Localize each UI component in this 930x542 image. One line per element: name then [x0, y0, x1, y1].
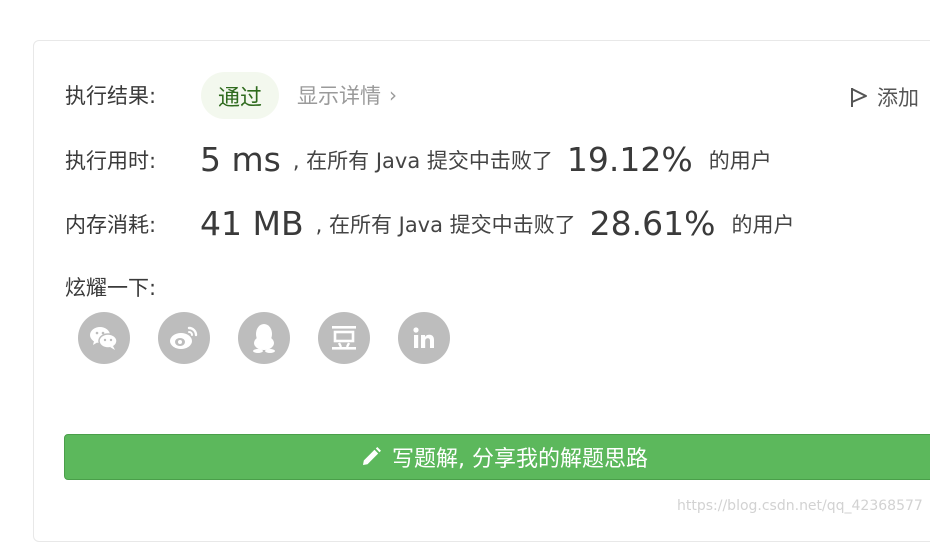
result-label: 执行结果:	[65, 84, 157, 108]
runtime-value: 5 ms	[200, 140, 281, 179]
qq-icon	[253, 324, 275, 353]
write-solution-label: 写题解, 分享我的解题思路	[392, 447, 648, 472]
douban-share-button[interactable]	[318, 312, 370, 364]
memory-suffix: 的用户	[731, 212, 795, 237]
memory-label: 内存消耗:	[65, 212, 157, 237]
memory-prefix: , 在所有 Java 提交中击败了	[315, 212, 576, 237]
runtime-label: 执行用时:	[65, 148, 157, 173]
share-row: 炫耀一下:	[65, 272, 156, 302]
flag-icon	[851, 88, 867, 107]
pencil-icon	[363, 447, 381, 465]
linkedin-icon	[413, 327, 434, 348]
memory-row: 内存消耗: 41 MB , 在所有 Java 提交中击败了 28.61% 的用户	[65, 204, 795, 243]
watermark: https://blog.csdn.net/qq_42368577	[677, 498, 923, 514]
share-label: 炫耀一下:	[65, 276, 157, 300]
add-note-label: 添加	[877, 86, 919, 110]
weibo-share-button[interactable]	[158, 312, 210, 364]
write-solution-button[interactable]: 写题解, 分享我的解题思路	[64, 434, 930, 480]
wechat-icon	[90, 327, 118, 350]
show-details-link[interactable]: 显示详情 ›	[297, 80, 397, 110]
status-badge: 通过	[201, 72, 279, 119]
memory-value: 41 MB	[200, 204, 304, 243]
runtime-prefix: , 在所有 Java 提交中击败了	[292, 148, 553, 173]
weibo-icon	[170, 326, 198, 349]
qq-share-button[interactable]	[238, 312, 290, 364]
memory-percent: 28.61%	[589, 204, 716, 243]
chevron-right-icon: ›	[389, 83, 397, 107]
runtime-suffix: 的用户	[708, 148, 772, 173]
runtime-percent: 19.12%	[566, 140, 693, 179]
wechat-share-button[interactable]	[78, 312, 130, 364]
show-details-label: 显示详情	[297, 84, 381, 108]
add-note-button[interactable]: 添加	[849, 82, 919, 112]
result-row: 执行结果:	[65, 80, 156, 110]
linkedin-share-button[interactable]	[398, 312, 450, 364]
runtime-row: 执行用时: 5 ms , 在所有 Java 提交中击败了 19.12% 的用户	[65, 140, 772, 179]
douban-icon	[332, 326, 356, 350]
